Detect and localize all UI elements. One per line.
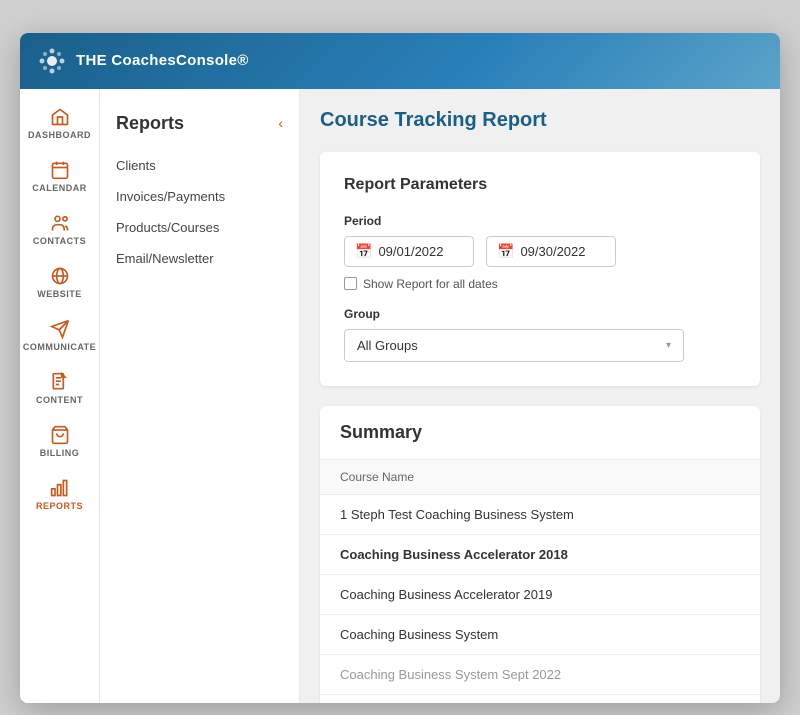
top-header: THE CoachesConsole® [20, 33, 780, 89]
table-row[interactable]: Coaching Business System [320, 615, 760, 655]
show-all-dates-label: Show Report for all dates [363, 277, 498, 291]
submenu-item-clients[interactable]: Clients [100, 150, 299, 181]
date-start-value: 09/01/2022 [378, 244, 443, 259]
main-content: Course Tracking Report Report Parameters… [300, 89, 780, 703]
table-row[interactable]: Coaching Business Accelerator 2019 [320, 575, 760, 615]
sidebar-item-billing[interactable]: BILLING [20, 415, 99, 468]
group-label: Group [344, 307, 736, 321]
calendar-start-icon: 📅 [355, 243, 372, 260]
sidebar-label-website: WEBSITE [37, 289, 82, 299]
table-column-header: Course Name [320, 460, 760, 495]
group-select-value: All Groups [357, 338, 418, 353]
table-row[interactable]: 1 Steph Test Coaching Business System [320, 495, 760, 535]
sidebar-label-calendar: CALENDAR [32, 183, 87, 193]
icon-sidebar: DASHBOARD CALENDAR CONTACTS [20, 89, 100, 703]
summary-title: Summary [340, 422, 740, 443]
reports-sidebar-header: Reports ‹ [100, 105, 299, 150]
logo-area: THE CoachesConsole® [36, 45, 249, 77]
sidebar-item-dashboard[interactable]: DASHBOARD [20, 97, 99, 150]
table-row[interactable]: Coaching Business System Sept 2022 [320, 655, 760, 695]
calendar-end-icon: 📅 [497, 243, 514, 260]
select-arrow-icon: ▾ [666, 340, 671, 351]
sidebar-label-billing: BILLING [40, 448, 80, 458]
date-start-input[interactable]: 📅 09/01/2022 [344, 236, 474, 267]
calendar-icon [50, 160, 70, 180]
date-end-input[interactable]: 📅 09/30/2022 [486, 236, 616, 267]
logo-icon [36, 45, 68, 77]
group-select[interactable]: All Groups ▾ [344, 329, 684, 362]
file-icon [50, 372, 70, 392]
sidebar-item-content[interactable]: CONTENT [20, 362, 99, 415]
sidebar-item-website[interactable]: WEBSITE [20, 256, 99, 309]
summary-header: Summary [320, 406, 760, 460]
submenu-item-products[interactable]: Products/Courses [100, 212, 299, 243]
sidebar-item-calendar[interactable]: CALENDAR [20, 150, 99, 203]
sidebar-label-contacts: CONTACTS [33, 236, 86, 246]
sidebar-label-communicate: COMMUNICATE [23, 342, 96, 352]
logo-text: THE CoachesConsole® [76, 52, 249, 69]
period-label: Period [344, 214, 736, 228]
table-row[interactable]: Coaching Bu... [320, 695, 760, 703]
date-end-value: 09/30/2022 [520, 244, 585, 259]
main-layout: DASHBOARD CALENDAR CONTACTS [20, 89, 780, 703]
sidebar-item-communicate[interactable]: COMMUNICATE [20, 309, 99, 362]
house-icon [50, 107, 70, 127]
reports-submenu: Reports ‹ Clients Invoices/Payments Prod… [100, 89, 300, 703]
chart-icon [50, 478, 70, 498]
reports-sidebar-title: Reports [116, 113, 184, 134]
submenu-item-invoices[interactable]: Invoices/Payments [100, 181, 299, 212]
show-all-dates-checkbox[interactable] [344, 277, 357, 290]
show-all-dates-row: Show Report for all dates [344, 277, 736, 291]
sidebar-label-reports: REPORTS [36, 501, 83, 511]
submenu-item-email[interactable]: Email/Newsletter [100, 243, 299, 274]
summary-card: Summary Course Name 1 Steph Test Coachin… [320, 406, 760, 703]
people-icon [50, 213, 70, 233]
globe-icon [50, 266, 70, 286]
cart-icon [50, 425, 70, 445]
date-range-row: 📅 09/01/2022 📅 09/30/2022 [344, 236, 736, 267]
sidebar-label-content: CONTENT [36, 395, 83, 405]
report-parameters-card: Report Parameters Period 📅 09/01/2022 📅 … [320, 152, 760, 386]
sidebar-label-dashboard: DASHBOARD [28, 130, 91, 140]
sidebar-item-reports[interactable]: REPORTS [20, 468, 99, 521]
sidebar-item-contacts[interactable]: CONTACTS [20, 203, 99, 256]
collapse-sidebar-button[interactable]: ‹ [278, 115, 283, 131]
send-icon [50, 319, 70, 339]
col-header-course-name: Course Name [340, 470, 414, 484]
app-window: THE CoachesConsole® DASHBOARD CAL [20, 33, 780, 703]
report-params-title: Report Parameters [344, 176, 736, 194]
page-title: Course Tracking Report [320, 109, 760, 132]
table-row[interactable]: Coaching Business Accelerator 2018 [320, 535, 760, 575]
